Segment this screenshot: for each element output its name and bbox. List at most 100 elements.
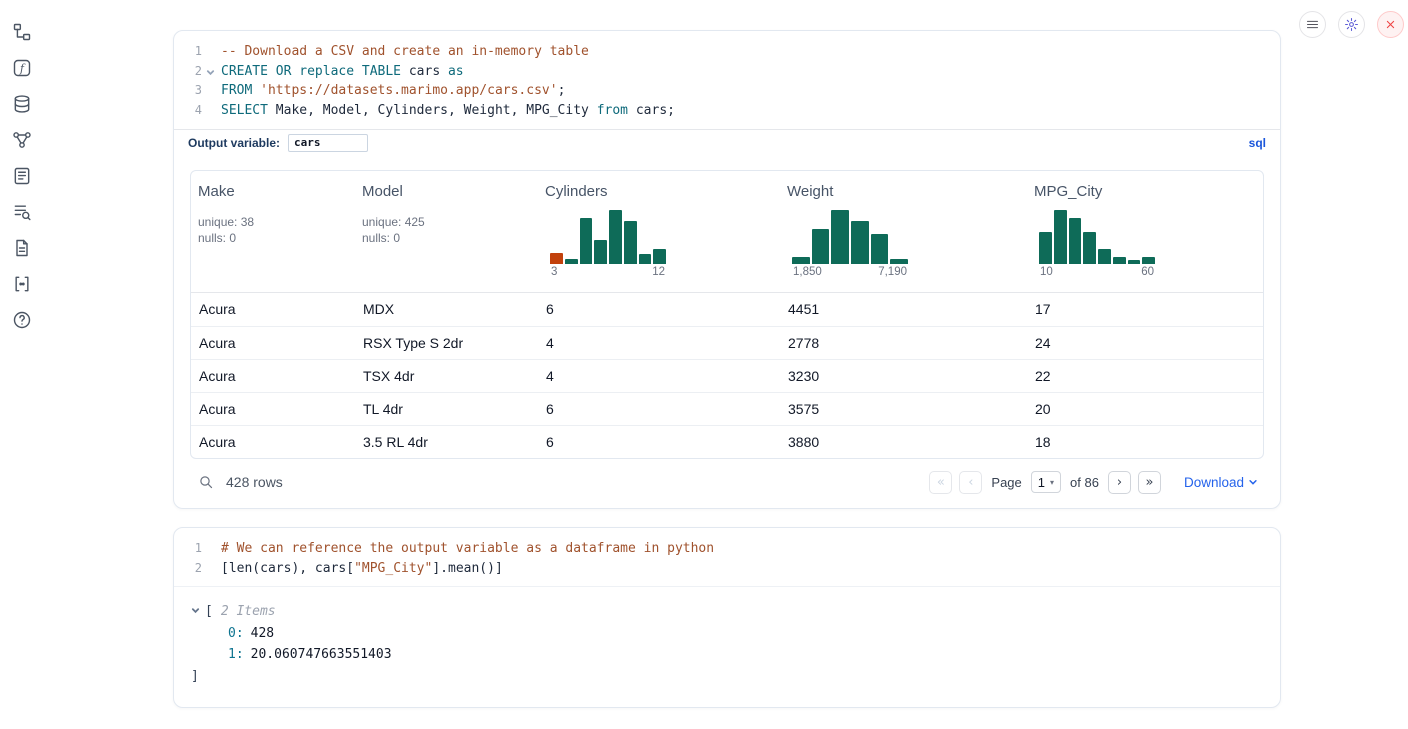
- histogram-bar[interactable]: [890, 259, 908, 264]
- next-page-button[interactable]: ›: [1108, 471, 1131, 494]
- download-button[interactable]: Download: [1184, 475, 1258, 490]
- sql-code-editor[interactable]: 1 -- Download a CSV and create an in-mem…: [174, 31, 1280, 129]
- search-icon[interactable]: [198, 474, 214, 490]
- table-row[interactable]: AcuraMDX6445117: [191, 293, 1263, 326]
- items-count: 2 Items: [221, 604, 276, 619]
- table-cell: 3230: [780, 368, 1027, 384]
- histogram-bar[interactable]: [871, 234, 889, 264]
- snippets-icon[interactable]: [12, 274, 32, 294]
- histogram-bar[interactable]: [831, 210, 849, 264]
- table-row[interactable]: AcuraTL 4dr6357520: [191, 392, 1263, 425]
- last-page-button[interactable]: »: [1138, 471, 1161, 494]
- histogram-bar[interactable]: [812, 229, 830, 264]
- previous-page-button[interactable]: ‹: [959, 471, 982, 494]
- database-icon[interactable]: [12, 94, 32, 114]
- histogram-bar[interactable]: [1054, 210, 1067, 264]
- code-line[interactable]: 2 CREATE OR replace TABLE cars as: [182, 62, 1280, 82]
- file-tree-icon[interactable]: [12, 22, 32, 42]
- code-line[interactable]: 1 # We can reference the output variable…: [182, 539, 1280, 559]
- help-icon[interactable]: [12, 310, 32, 330]
- histogram-bar[interactable]: [609, 210, 622, 264]
- output-variable-input[interactable]: [288, 134, 368, 152]
- tree-entry: 0:428: [191, 623, 1263, 645]
- document-icon[interactable]: [12, 238, 32, 258]
- column-header-make: Make unique: 38 nulls: 0: [191, 171, 355, 292]
- table-cell: 6: [538, 434, 780, 450]
- histogram-bar[interactable]: [1039, 232, 1052, 264]
- chevron-down-icon: ▾: [1050, 478, 1054, 487]
- gear-icon: [1344, 17, 1359, 32]
- row-count: 428 rows: [226, 474, 283, 490]
- table-cell: 4: [538, 335, 780, 351]
- data-table: Make unique: 38 nulls: 0 Model unique: 4…: [190, 170, 1264, 459]
- histogram-bar[interactable]: [1098, 249, 1111, 264]
- table-cell: 24: [1027, 335, 1263, 351]
- settings-button[interactable]: [1338, 11, 1365, 38]
- page-label: Page: [991, 475, 1021, 490]
- histogram-bar[interactable]: [594, 240, 607, 264]
- histogram-mpg-city: 10 60: [1039, 208, 1155, 278]
- code-text: FROM 'https://datasets.marimo.app/cars.c…: [221, 81, 565, 101]
- column-header-cylinders: Cylinders 3 12: [538, 171, 780, 292]
- histogram-bar[interactable]: [1083, 232, 1096, 264]
- collapse-icon[interactable]: [191, 601, 200, 623]
- histogram-bar[interactable]: [1128, 260, 1141, 264]
- column-label[interactable]: Make: [198, 183, 348, 200]
- code-text: # We can reference the output variable a…: [221, 539, 714, 559]
- column-label[interactable]: Cylinders: [545, 183, 773, 200]
- code-line[interactable]: 4 SELECT Make, Model, Cylinders, Weight,…: [182, 101, 1280, 121]
- histogram-bar[interactable]: [851, 221, 869, 264]
- histogram-weight: 1,850 7,190: [792, 208, 908, 278]
- dependency-graph-icon[interactable]: [12, 130, 32, 150]
- notebook: 1 -- Download a CSV and create an in-mem…: [173, 30, 1281, 708]
- table-cell: 3.5 RL 4dr: [355, 434, 538, 450]
- stat-nulls: nulls: 0: [198, 230, 348, 247]
- code-text: CREATE OR replace TABLE cars as: [221, 62, 464, 82]
- column-label[interactable]: Model: [362, 183, 531, 200]
- code-line[interactable]: 1 -- Download a CSV and create an in-mem…: [182, 42, 1280, 62]
- histogram-bar[interactable]: [653, 249, 666, 264]
- python-cell: 1 # We can reference the output variable…: [173, 527, 1281, 708]
- axis-max-label: 60: [1141, 266, 1154, 278]
- column-label[interactable]: MPG_City: [1034, 183, 1256, 200]
- axis-min-label: 3: [551, 266, 557, 278]
- histogram-bar[interactable]: [624, 221, 637, 264]
- page-select[interactable]: 1▾: [1031, 471, 1061, 493]
- sidebar: f: [0, 0, 44, 729]
- first-page-button[interactable]: «: [929, 471, 952, 494]
- svg-text:f: f: [19, 62, 26, 75]
- stat-unique: unique: 38: [198, 214, 348, 231]
- close-button[interactable]: [1377, 11, 1404, 38]
- logs-icon[interactable]: [12, 202, 32, 222]
- table-row[interactable]: AcuraRSX Type S 2dr4277824: [191, 326, 1263, 359]
- code-line[interactable]: 3 FROM 'https://datasets.marimo.app/cars…: [182, 81, 1280, 101]
- tree-entry-key: 1:: [228, 647, 244, 662]
- table-row[interactable]: Acura3.5 RL 4dr6388018: [191, 425, 1263, 458]
- tree-entry: 1:20.060747663551403: [191, 644, 1263, 666]
- function-icon[interactable]: f: [12, 58, 32, 78]
- table-cell: 6: [538, 301, 780, 317]
- close-icon: [1383, 17, 1398, 32]
- code-text: -- Download a CSV and create an in-memor…: [221, 42, 589, 62]
- notebook-icon[interactable]: [12, 166, 32, 186]
- fold-chevron-icon[interactable]: [206, 68, 215, 77]
- code-line[interactable]: 2 [len(cars), cars["MPG_City"].mean()]: [182, 559, 1280, 579]
- histogram-bar[interactable]: [1069, 218, 1082, 264]
- histogram-bar[interactable]: [1113, 257, 1126, 264]
- column-label[interactable]: Weight: [787, 183, 1020, 200]
- menu-button[interactable]: [1299, 11, 1326, 38]
- python-code-editor[interactable]: 1 # We can reference the output variable…: [174, 528, 1280, 586]
- histogram-bar[interactable]: [565, 259, 578, 264]
- code-text: [len(cars), cars["MPG_City"].mean()]: [221, 559, 503, 579]
- table-header: Make unique: 38 nulls: 0 Model unique: 4…: [191, 171, 1263, 293]
- tree-root: [2 Items: [191, 601, 1263, 623]
- stat-nulls: nulls: 0: [362, 230, 531, 247]
- table-row[interactable]: AcuraTSX 4dr4323022: [191, 359, 1263, 392]
- table-cell: Acura: [191, 301, 355, 317]
- histogram-bar[interactable]: [550, 253, 563, 264]
- histogram-bar[interactable]: [792, 257, 810, 264]
- table-cell: 4451: [780, 301, 1027, 317]
- histogram-bar[interactable]: [639, 254, 652, 264]
- histogram-bar[interactable]: [580, 218, 593, 264]
- histogram-bar[interactable]: [1142, 257, 1155, 264]
